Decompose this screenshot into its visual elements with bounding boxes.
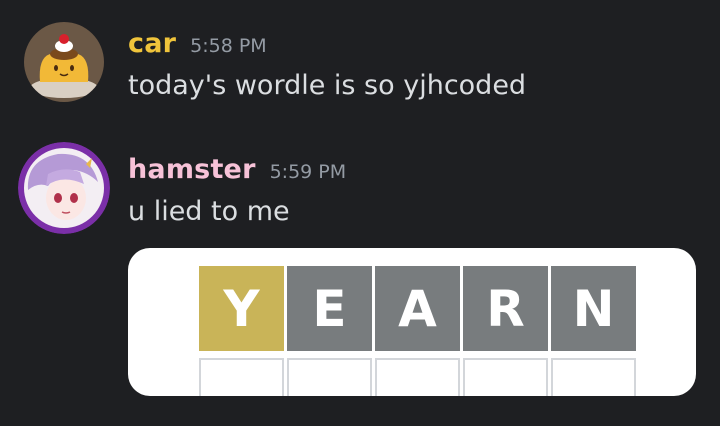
message-text: u lied to me [128,196,290,227]
chat-message: car 5:58 PM today's wordle is so yjhcoded [0,0,720,120]
message-text: today's wordle is so yjhcoded [128,70,527,101]
pudding-avatar-icon[interactable] [24,22,104,102]
username[interactable]: car [128,28,176,59]
timestamp[interactable]: 5:58 PM [190,35,267,57]
username[interactable]: hamster [128,154,256,185]
wordle-tile-empty [463,358,548,396]
message-header: hamster 5:59 PM [128,154,346,185]
wordle-tile-empty [287,358,372,396]
wordle-tile-present: Y [199,266,284,351]
timestamp[interactable]: 5:59 PM [270,161,347,183]
wordle-tile-empty [199,358,284,396]
message-header: car 5:58 PM [128,28,267,59]
wordle-guess-row: Y E A R N [199,266,636,351]
wordle-tile-empty [375,358,460,396]
wordle-tile-absent: A [375,266,460,351]
chat-message-list: car 5:58 PM today's wordle is so yjhcoded… [0,0,720,426]
wordle-tile-absent: R [463,266,548,351]
anime-girl-avatar-icon[interactable] [18,142,110,234]
wordle-empty-row [199,358,636,396]
wordle-tile-absent: E [287,266,372,351]
wordle-tile-absent: N [551,266,636,351]
wordle-tile-empty [551,358,636,396]
chat-message: hamster 5:59 PM u lied to me Y E A R N [0,130,720,426]
image-attachment[interactable]: Y E A R N [128,248,696,396]
